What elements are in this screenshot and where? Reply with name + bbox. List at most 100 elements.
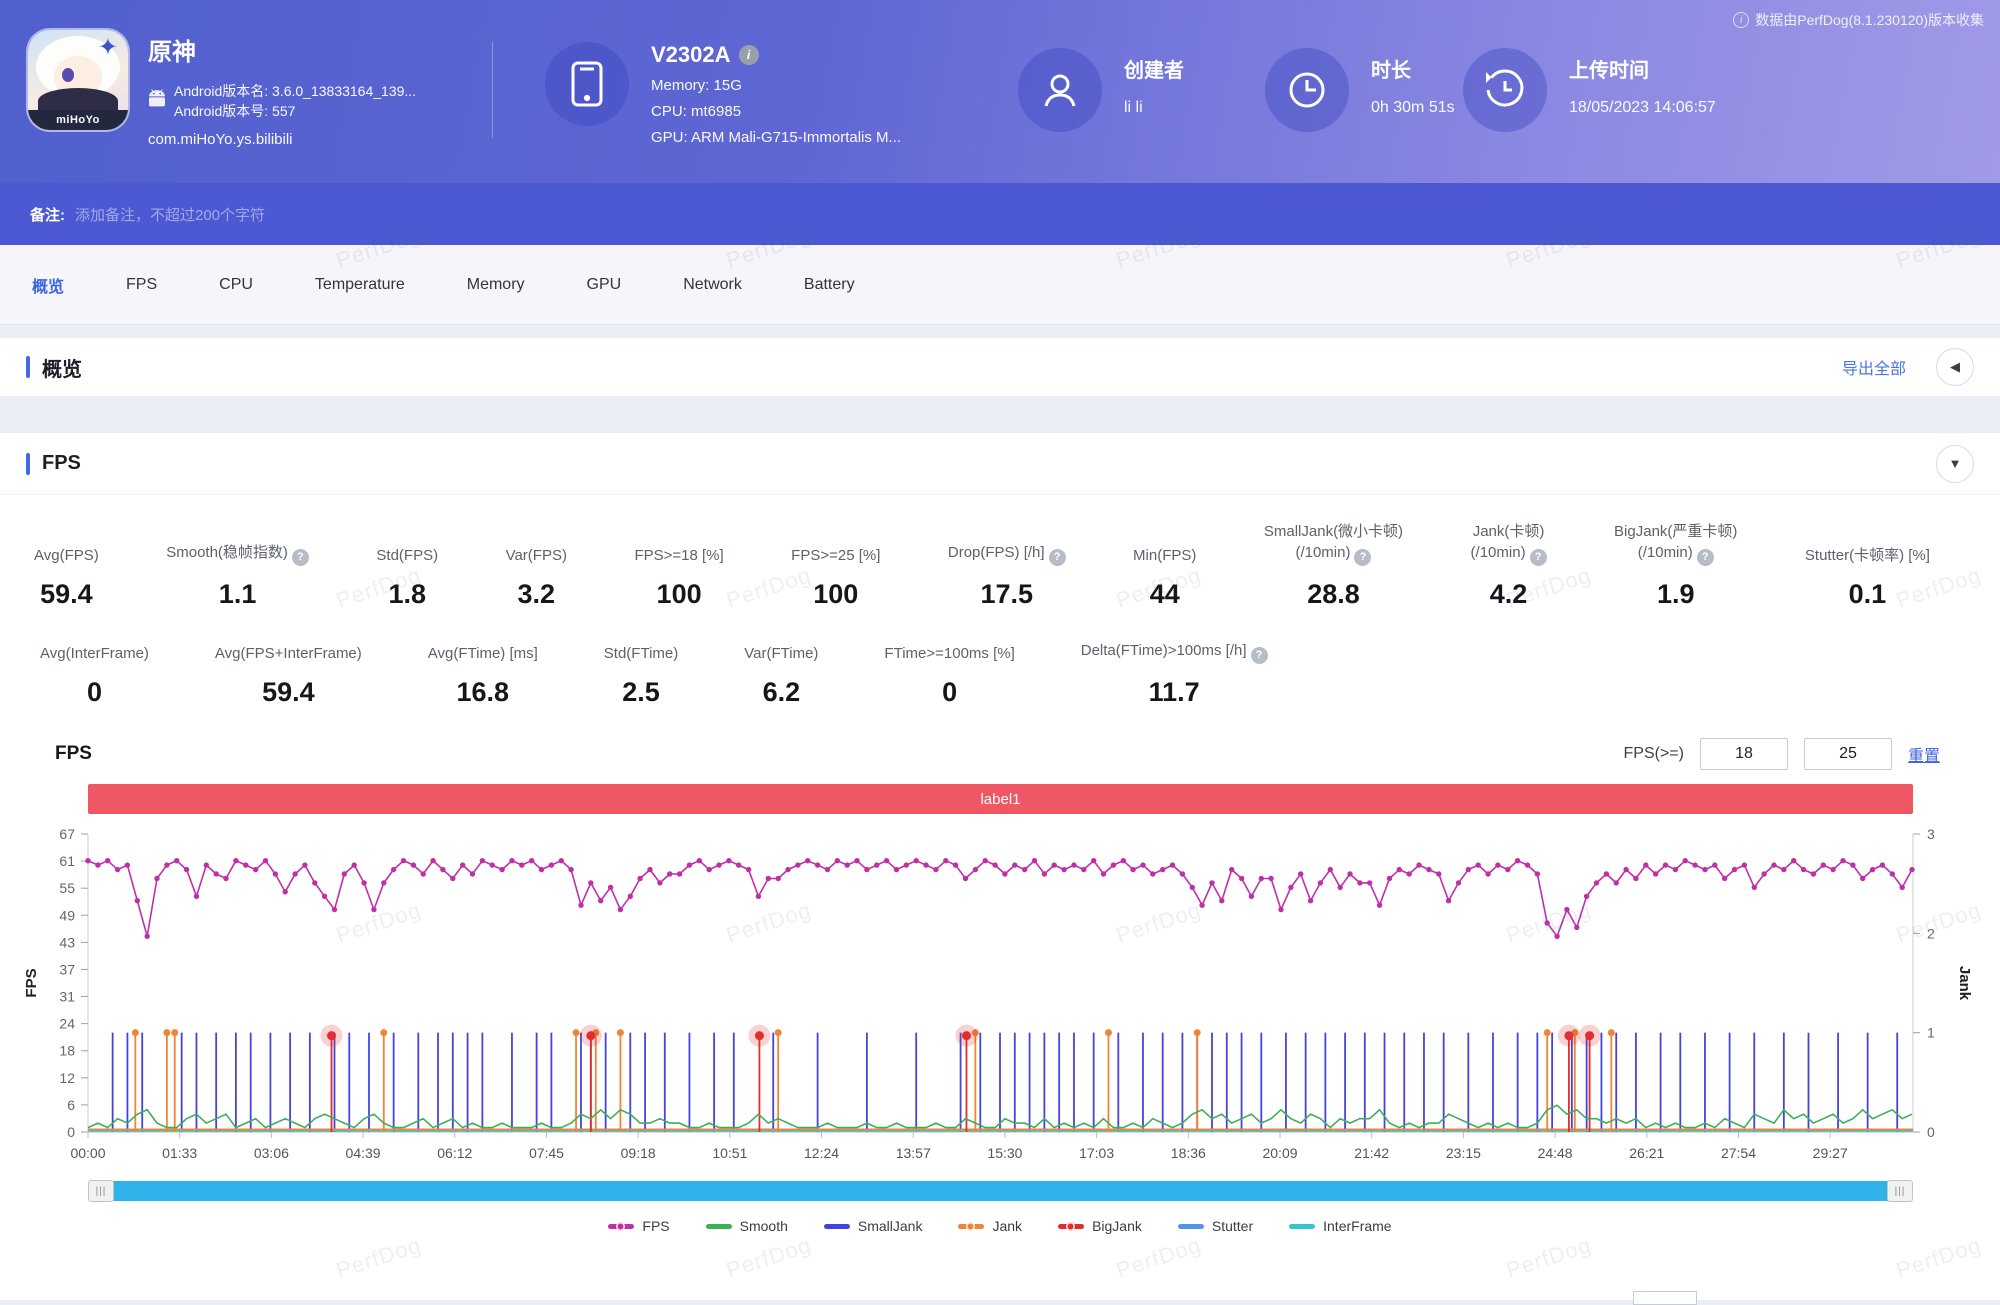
stat-label: Stutter(卡顿率) [%] xyxy=(1805,547,1930,564)
svg-text:01:33: 01:33 xyxy=(162,1145,197,1161)
legend-item-InterFrame[interactable]: InterFrame xyxy=(1289,1218,1391,1234)
legend-swatch xyxy=(1178,1224,1204,1229)
scrollbar-left-handle[interactable]: ||| xyxy=(88,1180,114,1202)
svg-text:17:03: 17:03 xyxy=(1079,1145,1114,1161)
legend-item-Jank[interactable]: Jank xyxy=(958,1218,1022,1234)
chart-label-banner: label1 xyxy=(88,784,1913,814)
stat-label: Delta(FTime)>100ms [/h] xyxy=(1081,642,1247,659)
app-version-lines: Android版本名: 3.6.0_13833164_139... Androi… xyxy=(174,81,416,122)
row1-stat: Avg(FPS)59.4 xyxy=(34,545,99,610)
clock-icon xyxy=(1265,48,1349,132)
stat-value: 1.8 xyxy=(376,579,438,610)
row1-stat: Drop(FPS) [/h]?17.5 xyxy=(948,542,1066,610)
svg-text:07:45: 07:45 xyxy=(529,1145,564,1161)
stat-label: Smooth(稳帧指数) xyxy=(166,544,288,561)
fps-threshold-input-2[interactable] xyxy=(1804,738,1892,770)
accent-bar xyxy=(26,453,30,475)
tab-GPU[interactable]: GPU xyxy=(587,276,622,294)
legend-label: BigJank xyxy=(1092,1218,1142,1234)
overview-collapse-button[interactable]: ◀ xyxy=(1936,348,1974,386)
stat-label: Avg(FPS+InterFrame) xyxy=(215,645,362,662)
device-memory: Memory: 15G xyxy=(651,77,901,94)
stat-label: Std(FPS) xyxy=(376,547,438,564)
scrollbar-track[interactable] xyxy=(112,1181,1889,1201)
row1-stat: Min(FPS)44 xyxy=(1133,545,1196,610)
fps-threshold-input-1[interactable] xyxy=(1700,738,1788,770)
svg-text:3: 3 xyxy=(1927,826,1935,842)
upload-time-block: 上传时间 18/05/2023 14:06:57 xyxy=(1463,48,1716,132)
stat-label: Min(FPS) xyxy=(1133,547,1196,564)
stat-value: 100 xyxy=(791,579,880,610)
legend-swatch xyxy=(1058,1224,1084,1229)
svg-text:55: 55 xyxy=(59,881,75,897)
svg-text:09:18: 09:18 xyxy=(621,1145,656,1161)
tab-FPS[interactable]: FPS xyxy=(126,276,157,294)
accent-bar xyxy=(26,356,30,378)
help-icon[interactable]: ? xyxy=(292,549,309,566)
person-icon xyxy=(1018,48,1102,132)
row1-stat: Std(FPS) 1.8 xyxy=(376,545,438,610)
legend-label: Smooth xyxy=(740,1218,788,1234)
svg-text:49: 49 xyxy=(59,908,75,924)
creator-block: 创建者 li li xyxy=(1018,48,1184,132)
help-icon[interactable]: ? xyxy=(1049,549,1066,566)
remark-label: 备注: xyxy=(30,204,65,225)
tab-Memory[interactable]: Memory xyxy=(467,276,525,294)
fps-chart-svg[interactable]: 6761554943373124181260321000:0001:3303:0… xyxy=(0,814,2000,1176)
row2-stat: Delta(FTime)>100ms [/h]?11.7 xyxy=(1081,640,1268,708)
fps-collapse-button[interactable]: ▼ xyxy=(1936,445,1974,483)
tab-概览[interactable]: 概览 xyxy=(32,273,64,297)
legend-swatch xyxy=(824,1224,850,1229)
scrollbar-right-handle[interactable]: ||| xyxy=(1887,1180,1913,1202)
help-icon[interactable]: ? xyxy=(1530,549,1547,566)
svg-text:2: 2 xyxy=(1927,926,1935,942)
star-icon: ✦ xyxy=(98,36,118,60)
device-gpu: GPU: ARM Mali-G715-Immortalis M... xyxy=(651,129,901,146)
legend-item-FPS[interactable]: FPS xyxy=(608,1218,669,1234)
upload-time-label: 上传时间 xyxy=(1569,54,1716,83)
svg-text:Jank: Jank xyxy=(1956,966,1973,1001)
help-icon[interactable]: ? xyxy=(1697,549,1714,566)
legend-item-BigJank[interactable]: BigJank xyxy=(1058,1218,1142,1234)
tab-Network[interactable]: Network xyxy=(683,276,742,294)
app-package: com.miHoYo.ys.bilibili xyxy=(148,131,416,148)
upload-time-value: 18/05/2023 14:06:57 xyxy=(1569,99,1716,117)
device-info-icon[interactable]: i xyxy=(739,45,759,65)
legend-item-Smooth[interactable]: Smooth xyxy=(706,1218,788,1234)
stat-value: 100 xyxy=(634,579,723,610)
legend-swatch xyxy=(608,1224,634,1229)
fps-threshold-label: FPS(>=) xyxy=(1624,745,1684,763)
stat-label: FPS>=25 [%] xyxy=(791,547,880,564)
stat-label: Avg(FPS) xyxy=(34,547,99,564)
legend-label: FPS xyxy=(642,1218,669,1234)
svg-text:0: 0 xyxy=(1927,1124,1935,1140)
row2-stat: Avg(InterFrame)0 xyxy=(40,643,149,708)
tab-Battery[interactable]: Battery xyxy=(804,276,855,294)
collector-note: i 数据由PerfDog(8.1.230120)版本收集 xyxy=(1733,10,1984,30)
stat-label: Drop(FPS) [/h] xyxy=(948,544,1045,561)
stat-label: Avg(InterFrame) xyxy=(40,645,149,662)
device-model: V2302A xyxy=(651,42,731,68)
legend-label: SmallJank xyxy=(858,1218,923,1234)
report-header: ✦ miHoYo 原神 Android版本名: 3.6.0_13833164_1… xyxy=(0,0,2000,183)
legend-item-Stutter[interactable]: Stutter xyxy=(1178,1218,1253,1234)
app-icon-badge: miHoYo xyxy=(28,110,128,130)
stat-value: 4.2 xyxy=(1471,579,1547,610)
help-icon[interactable]: ? xyxy=(1251,647,1268,664)
row2-stat: Std(FTime)2.5 xyxy=(604,643,678,708)
export-all-link[interactable]: 导出全部 xyxy=(1842,355,1906,379)
remark-input[interactable]: 添加备注，不超过200个字符 xyxy=(75,204,265,225)
row1-stat: BigJank(严重卡顿) (/10min)?1.9 xyxy=(1614,521,1737,610)
tab-Temperature[interactable]: Temperature xyxy=(315,276,405,294)
svg-text:27:54: 27:54 xyxy=(1721,1145,1756,1161)
legend-swatch xyxy=(958,1224,984,1229)
legend-swatch xyxy=(1289,1224,1315,1229)
reset-link[interactable]: 重置 xyxy=(1908,742,1940,766)
info-icon: i xyxy=(1733,12,1749,28)
header-divider xyxy=(492,42,493,138)
tab-CPU[interactable]: CPU xyxy=(219,276,253,294)
legend-item-SmallJank[interactable]: SmallJank xyxy=(824,1218,923,1234)
chart-legend: FPS Smooth SmallJank Jank BigJank Stutter Inte… xyxy=(0,1218,2000,1234)
stat-value: 16.8 xyxy=(428,677,538,708)
help-icon[interactable]: ? xyxy=(1354,549,1371,566)
